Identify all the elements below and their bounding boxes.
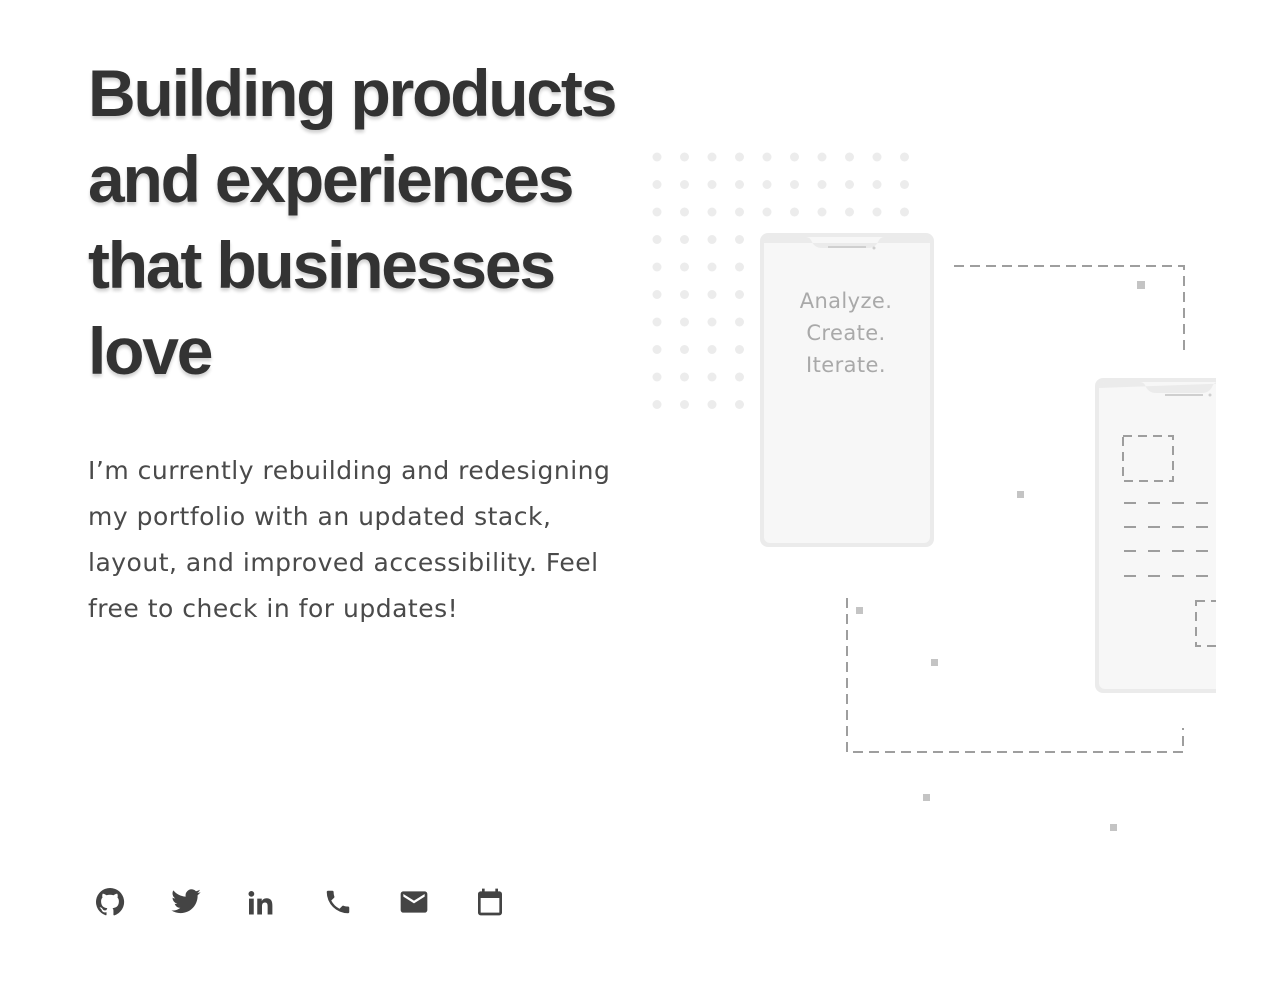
grid-dot — [707, 345, 717, 354]
grid-dot — [735, 235, 744, 244]
grid-dot — [652, 372, 662, 382]
hero-title-line-3: that businesses — [88, 228, 556, 302]
linkedin-link[interactable] — [240, 880, 284, 924]
grid-dot — [817, 152, 827, 162]
dashed-connector-top — [954, 265, 1185, 352]
grid-dot — [652, 400, 662, 409]
email-link[interactable] — [392, 880, 436, 924]
grid-dot — [735, 290, 744, 299]
grid-dot — [680, 262, 689, 272]
illustration-graphic — [652, 152, 1216, 831]
hero-title: Building products and experiences that b… — [88, 50, 648, 394]
phone-caption-line-1: Analyze. — [799, 289, 893, 313]
phone-caption-line-3: Iterate. — [806, 353, 886, 377]
grid-dot — [900, 180, 909, 189]
grid-dot — [762, 180, 772, 189]
grid-dot — [900, 207, 909, 217]
grid-dot — [707, 235, 717, 244]
grid-dot — [680, 207, 689, 217]
phone-mockup-2 — [1095, 378, 1216, 693]
grid-dot — [900, 152, 909, 162]
grid-dot — [790, 180, 799, 189]
social-links — [88, 880, 544, 924]
github-link[interactable] — [88, 880, 132, 924]
phone-caption: Analyze. Create. Iterate. — [766, 285, 926, 381]
calendar-icon — [478, 888, 502, 916]
grid-dot — [652, 207, 662, 217]
grid-dot — [707, 317, 717, 327]
grid-dot — [817, 207, 827, 217]
phone-caption-line-2: Create. — [806, 321, 886, 345]
twitter-icon — [171, 889, 201, 914]
phone-link[interactable] — [316, 880, 360, 924]
grid-dot — [735, 180, 744, 189]
grid-dot — [735, 400, 744, 409]
phone-mockup-1 — [760, 233, 934, 547]
grid-dot — [735, 262, 744, 272]
grid-dot — [735, 345, 744, 354]
hero-title-line-1: Building products — [88, 56, 617, 130]
grid-dot — [680, 180, 689, 189]
grid-dot — [707, 400, 717, 409]
grid-dot — [845, 152, 854, 162]
grid-dot — [652, 290, 662, 299]
grid-dot — [707, 180, 717, 189]
hero-title-line-2: and experiences — [88, 142, 574, 216]
grid-dot — [707, 290, 717, 299]
grid-dot — [872, 180, 882, 189]
grid-dot — [680, 290, 689, 299]
grid-dot — [680, 235, 689, 244]
grid-dot — [790, 207, 799, 217]
grid-dot — [845, 207, 854, 217]
grid-dot — [680, 317, 689, 327]
grid-dot — [817, 180, 827, 189]
mail-icon — [400, 891, 428, 913]
grid-dot — [735, 317, 744, 327]
grid-dot — [652, 262, 662, 272]
calendar-link[interactable] — [468, 880, 512, 924]
grid-dot — [652, 345, 662, 354]
grid-dot — [652, 180, 662, 189]
grid-dot — [735, 152, 744, 162]
grid-dot — [652, 152, 662, 162]
grid-dot — [680, 152, 689, 162]
grid-dot — [762, 152, 772, 162]
grid-dot — [762, 207, 772, 217]
grid-dot — [790, 152, 799, 162]
grid-dot — [652, 235, 662, 244]
grid-dot — [707, 152, 717, 162]
grid-dot — [872, 152, 882, 162]
github-icon — [96, 887, 125, 916]
hero-description: I’m currently rebuilding and redesigning… — [88, 456, 611, 623]
linkedin-icon — [248, 891, 273, 915]
grid-dot — [872, 207, 882, 217]
grid-dot — [707, 207, 717, 217]
grid-dot — [680, 345, 689, 354]
grid-dot — [652, 317, 662, 327]
grid-dot — [680, 400, 689, 409]
grid-dot — [735, 207, 744, 217]
grid-dot — [707, 262, 717, 272]
grid-dot — [680, 372, 689, 382]
grid-dot — [735, 372, 744, 382]
hero-illustration: Analyze. Create. Iterate. — [640, 140, 1216, 860]
twitter-link[interactable] — [164, 880, 208, 924]
hero-title-line-4: love — [88, 314, 213, 388]
grid-dot — [707, 372, 717, 382]
grid-dot — [845, 180, 854, 189]
phone-icon — [326, 890, 350, 914]
